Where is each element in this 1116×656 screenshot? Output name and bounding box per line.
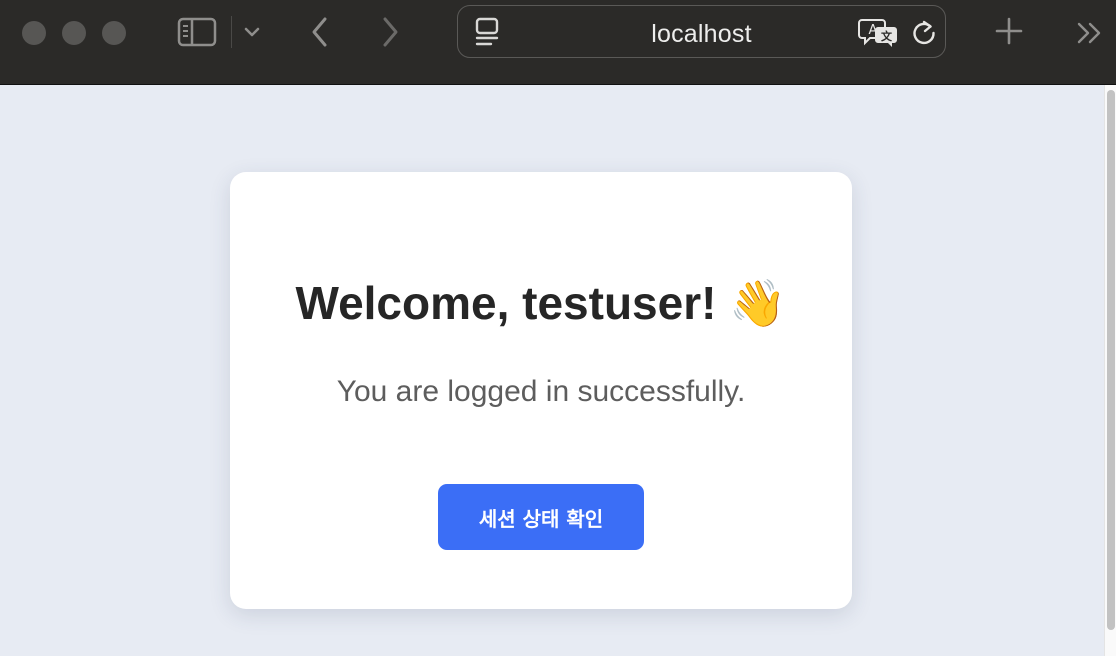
forward-button[interactable] [374,14,406,50]
window-zoom-button[interactable] [102,21,126,45]
tab-overview-button[interactable] [240,20,264,44]
login-status-text: You are logged in successfully. [336,375,746,408]
svg-text:文: 文 [881,29,893,43]
check-session-button[interactable]: 세션 상태 확인 [438,484,644,550]
sidebar-icon [177,17,217,47]
scrollbar-thumb[interactable] [1107,90,1115,630]
window-close-button[interactable] [22,21,46,45]
sidebar-toggle-button[interactable] [176,15,218,49]
back-button[interactable] [304,14,336,50]
back-arrow-icon [312,17,327,47]
vertical-scrollbar[interactable] [1104,85,1116,656]
new-tab-button[interactable] [993,15,1025,47]
chevron-down-icon [244,27,260,37]
browser-toolbar: localhost A 文 [0,0,1116,85]
translate-icon: A 文 [858,19,897,47]
forward-arrow-icon [383,17,398,47]
reload-button[interactable] [909,18,939,48]
toolbar-divider [231,16,232,48]
address-bar[interactable]: localhost A 文 [457,5,946,58]
reload-icon [913,20,935,45]
window-minimize-button[interactable] [62,21,86,45]
translate-button[interactable]: A 文 [858,16,900,48]
page-content: Welcome, testuser! 👋 You are logged in s… [0,85,1104,656]
welcome-card: Welcome, testuser! 👋 You are logged in s… [230,172,852,609]
plus-icon [995,17,1023,45]
double-chevron-icon [1077,22,1101,44]
more-tabs-button[interactable] [1074,20,1106,46]
welcome-heading: Welcome, testuser! 👋 [295,277,787,329]
